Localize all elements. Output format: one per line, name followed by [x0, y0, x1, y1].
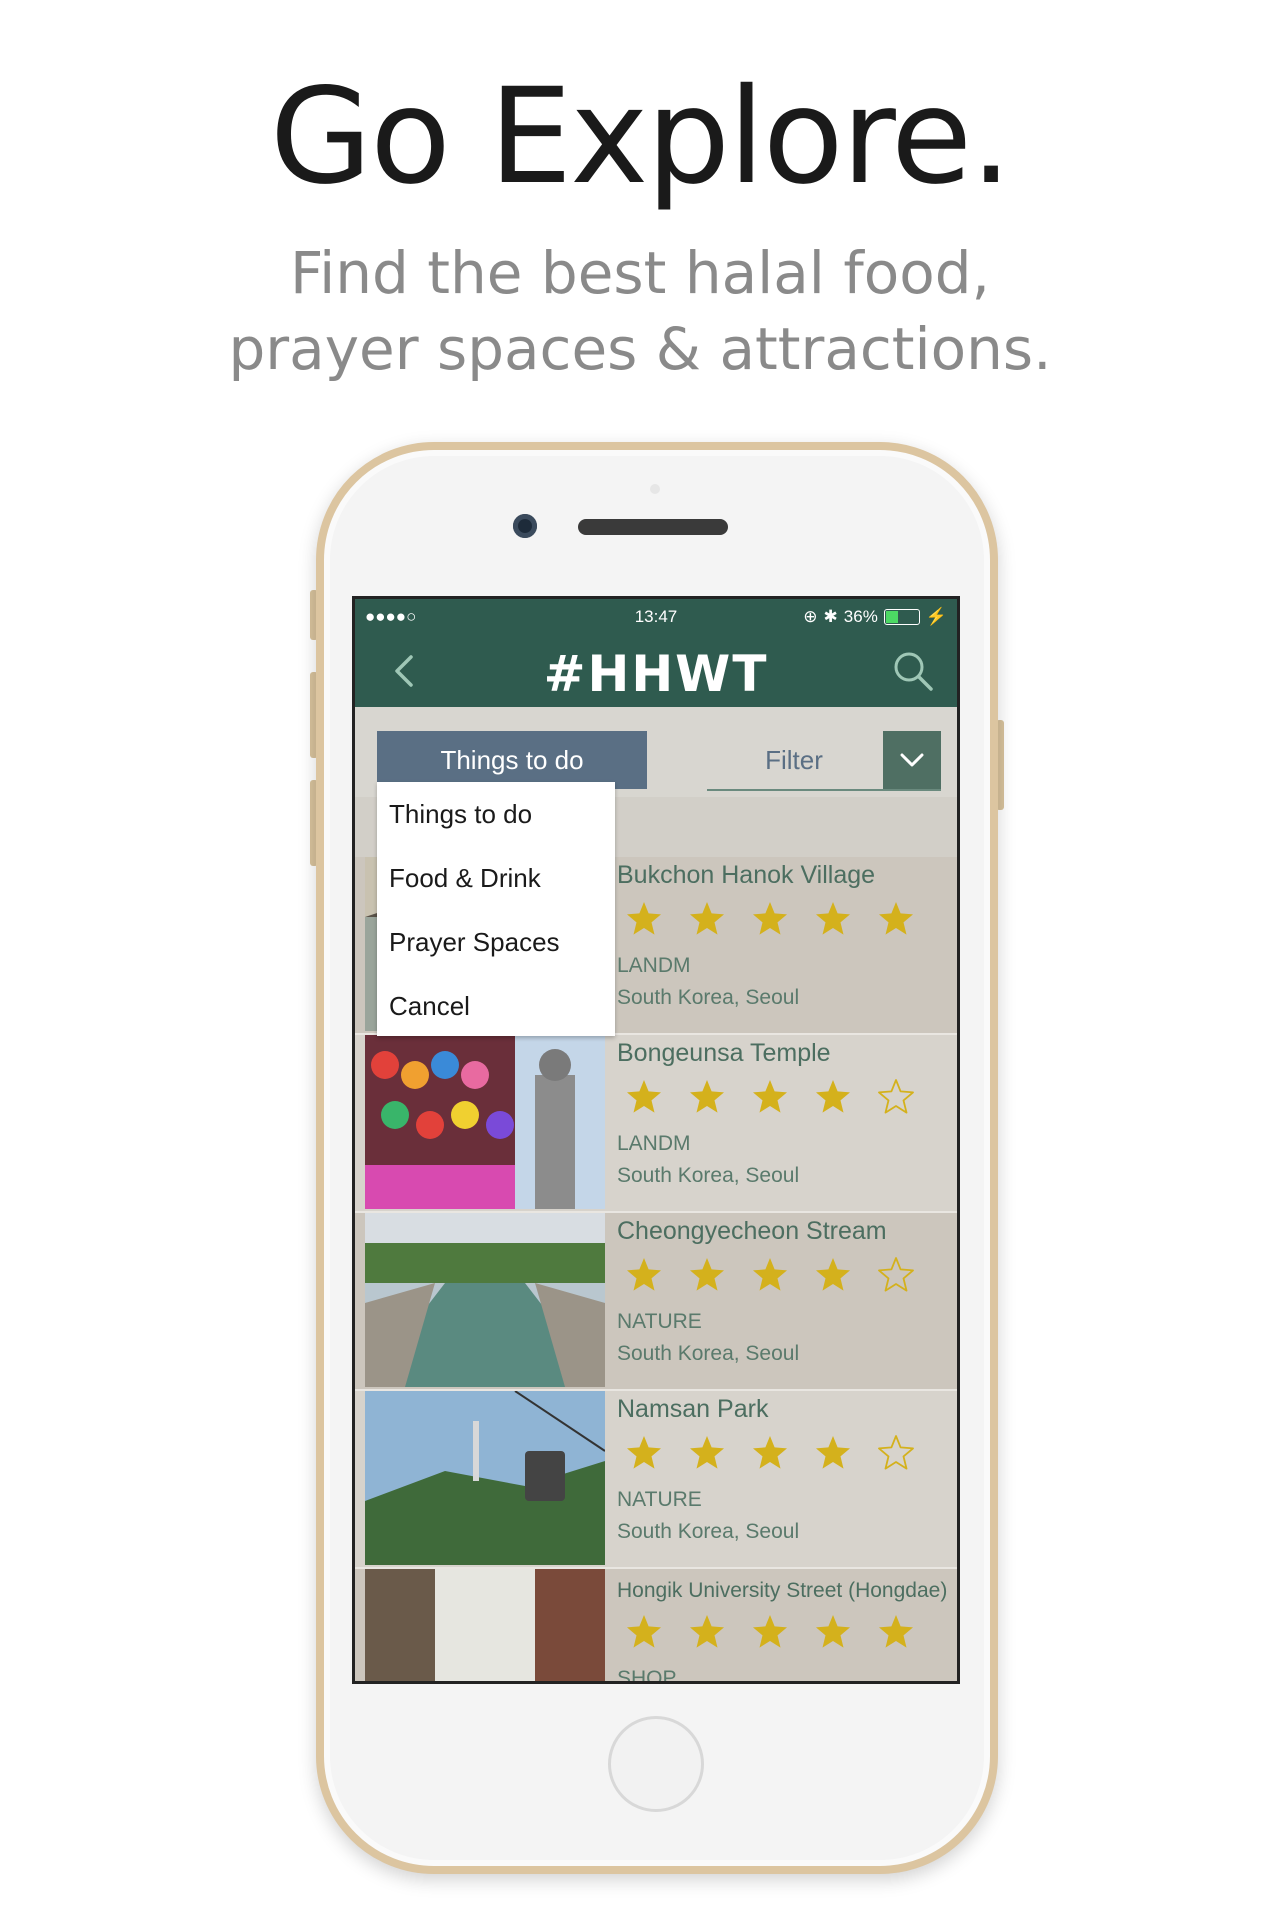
- status-bar: ●●●●○ 13:47 ⊕ ✱ 36% ⚡: [355, 599, 957, 635]
- battery-percent: 36%: [843, 607, 878, 626]
- promo-subline-2: prayer spaces & attractions.: [228, 315, 1052, 383]
- place-row[interactable]: Namsan Park NATURE South Korea, Seoul: [355, 1391, 957, 1569]
- star-filled-icon: [816, 1258, 850, 1291]
- star-filled-icon: [816, 902, 850, 935]
- star-filled-icon: [753, 902, 787, 935]
- place-thumbnail: [365, 1213, 605, 1387]
- place-thumbnail: [365, 1569, 605, 1681]
- star-rating: [625, 1434, 947, 1478]
- place-info: Namsan Park NATURE South Korea, Seoul: [617, 1391, 947, 1544]
- star-filled-icon: [627, 1615, 661, 1648]
- place-name: Namsan Park: [617, 1395, 769, 1423]
- place-category: NATURE: [617, 1310, 702, 1333]
- star-empty-icon: [878, 1435, 914, 1470]
- app-screen: ●●●●○ 13:47 ⊕ ✱ 36% ⚡ #HHWT Things to do…: [352, 596, 960, 1684]
- place-info: Cheongyecheon Stream NATURE South Korea,…: [617, 1213, 947, 1366]
- star-rating: [625, 900, 947, 944]
- dropdown-option-things-to-do[interactable]: Things to do: [377, 782, 615, 846]
- star-rating: [625, 1613, 947, 1657]
- place-category: LANDM: [617, 954, 691, 977]
- category-select-button[interactable]: Things to do: [377, 731, 647, 789]
- proximity-sensor: [650, 484, 660, 494]
- star-filled-icon: [627, 1258, 661, 1291]
- star-filled-icon: [690, 902, 724, 935]
- star-filled-icon: [627, 902, 661, 935]
- place-info: Hongik University Street (Hongdae) SHOP: [617, 1569, 948, 1684]
- home-button[interactable]: [608, 1716, 704, 1812]
- star-filled-icon: [879, 1615, 913, 1648]
- chevron-down-icon[interactable]: [883, 731, 941, 789]
- place-name: Cheongyecheon Stream: [617, 1217, 887, 1245]
- promo-subline-1: Find the best halal food,: [290, 239, 990, 307]
- charging-icon: ⚡: [925, 607, 947, 626]
- place-category: SHOP: [617, 1667, 677, 1684]
- rotation-lock-icon: ⊕: [803, 607, 818, 626]
- status-right: ⊕ ✱ 36% ⚡: [803, 607, 947, 627]
- promo-subline: Find the best halal food, prayer spaces …: [0, 235, 1280, 387]
- place-row[interactable]: Cheongyecheon Stream NATURE South Korea,…: [355, 1213, 957, 1391]
- star-filled-icon: [753, 1615, 787, 1648]
- place-row[interactable]: Bongeunsa Temple LANDM South Korea, Seou…: [355, 1035, 957, 1213]
- place-name: Hongik University Street (Hongdae): [617, 1579, 948, 1602]
- place-info: Bongeunsa Temple LANDM South Korea, Seou…: [617, 1035, 947, 1188]
- promo-headline: Go Explore.: [269, 60, 1012, 214]
- star-filled-icon: [690, 1615, 724, 1648]
- earpiece-speaker: [578, 519, 728, 535]
- star-empty-icon: [878, 1257, 914, 1292]
- bluetooth-icon: ✱: [823, 607, 838, 626]
- battery-icon: [883, 609, 920, 625]
- filter-label: Filter: [765, 745, 823, 775]
- star-filled-icon: [816, 1615, 850, 1648]
- star-filled-icon: [816, 1080, 850, 1113]
- search-icon[interactable]: [891, 649, 935, 693]
- place-location: South Korea, Seoul: [617, 1520, 800, 1543]
- place-category: NATURE: [617, 1488, 702, 1511]
- place-category: LANDM: [617, 1132, 691, 1155]
- star-filled-icon: [690, 1080, 724, 1113]
- dropdown-option-prayer-spaces[interactable]: Prayer Spaces: [377, 910, 615, 974]
- nav-bar: #HHWT: [355, 635, 957, 707]
- star-filled-icon: [753, 1080, 787, 1113]
- star-filled-icon: [753, 1436, 787, 1469]
- place-thumbnail: [365, 1035, 605, 1209]
- category-dropdown-menu: Things to do Food & Drink Prayer Spaces …: [377, 782, 615, 1036]
- star-filled-icon: [627, 1436, 661, 1469]
- place-name: Bongeunsa Temple: [617, 1039, 831, 1067]
- star-filled-icon: [690, 1258, 724, 1291]
- place-location: South Korea, Seoul: [617, 986, 800, 1009]
- star-rating: [625, 1078, 947, 1122]
- place-thumbnail: [365, 1391, 605, 1565]
- star-filled-icon: [627, 1080, 661, 1113]
- place-location: South Korea, Seoul: [617, 1342, 800, 1365]
- place-name: Bukchon Hanok Village: [617, 861, 876, 889]
- star-filled-icon: [690, 1436, 724, 1469]
- filter-select[interactable]: Filter: [707, 731, 941, 791]
- star-empty-icon: [878, 1079, 914, 1114]
- app-logo: #HHWT: [543, 645, 769, 703]
- star-filled-icon: [753, 1258, 787, 1291]
- dropdown-option-food-drink[interactable]: Food & Drink: [377, 846, 615, 910]
- star-filled-icon: [879, 902, 913, 935]
- star-filled-icon: [816, 1436, 850, 1469]
- place-row[interactable]: Hongik University Street (Hongdae) SHOP: [355, 1569, 957, 1684]
- dropdown-option-cancel[interactable]: Cancel: [377, 974, 615, 1038]
- front-camera: [513, 514, 537, 538]
- place-location: South Korea, Seoul: [617, 1164, 800, 1187]
- place-info: Bukchon Hanok Village LANDM South Korea,…: [617, 857, 947, 1010]
- star-rating: [625, 1256, 947, 1300]
